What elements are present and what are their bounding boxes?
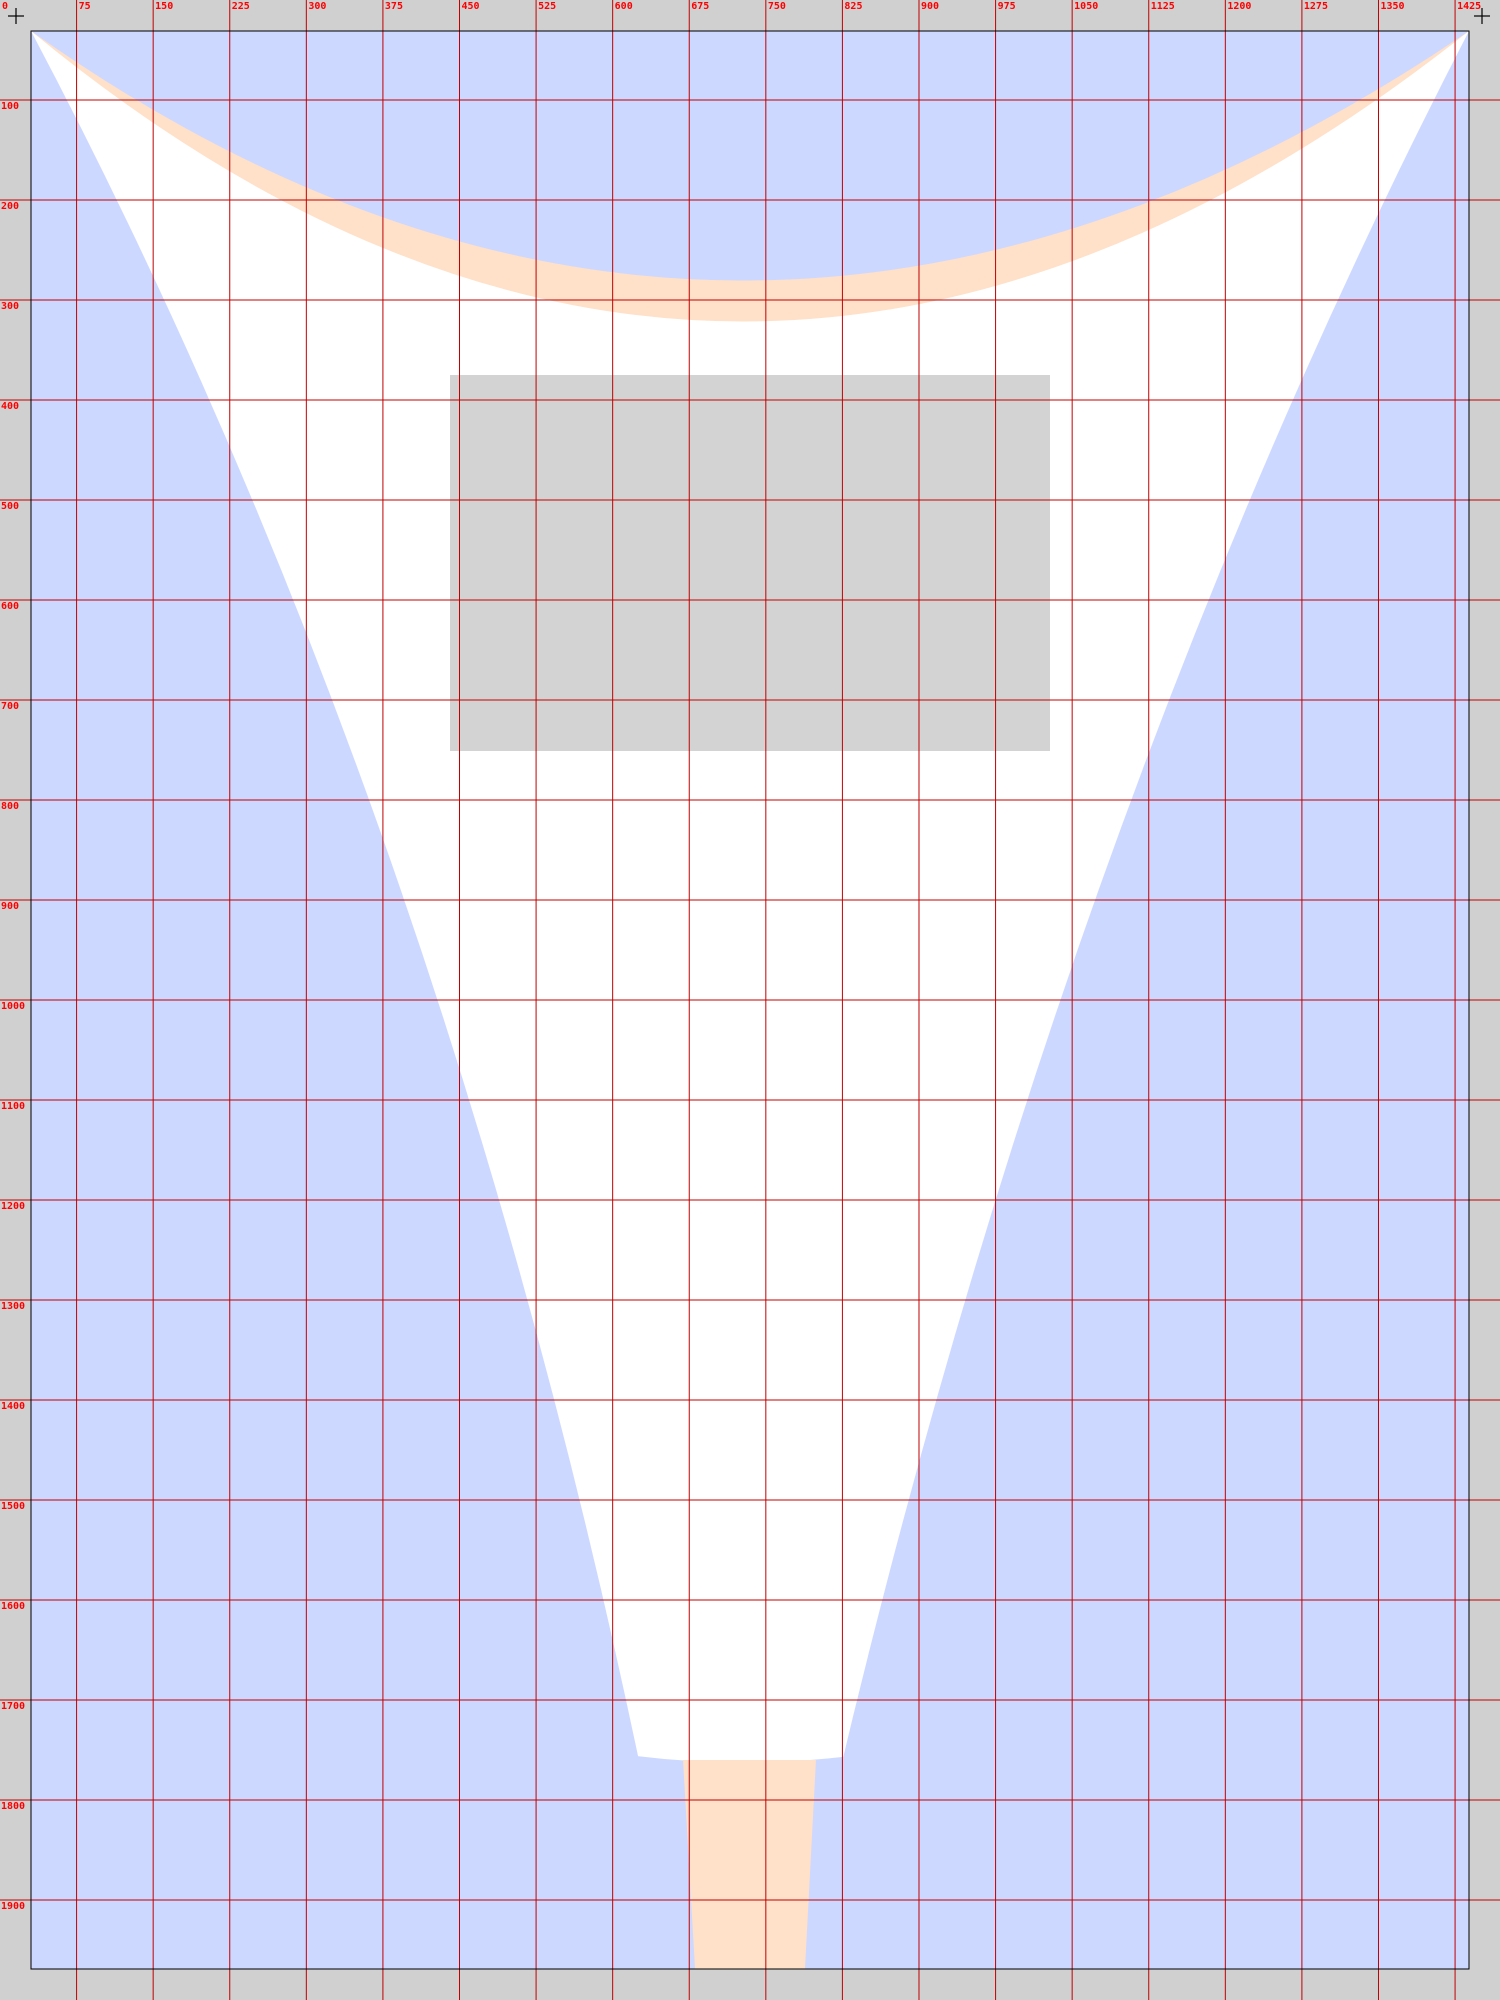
- y-tick-label-1900: 1900: [1, 1901, 25, 1912]
- center-gray-block: [450, 375, 1050, 751]
- x-tick-label-900: 900: [921, 1, 939, 12]
- x-tick-label-1350: 1350: [1380, 1, 1404, 12]
- y-tick-label-300: 300: [1, 301, 19, 312]
- x-tick-label-1425: 1425: [1457, 1, 1481, 12]
- x-tick-label-225: 225: [232, 1, 250, 12]
- x-tick-label-825: 825: [844, 1, 862, 12]
- x-axis-labels: 0 75 150 225 300 375 450 525 600 675 750 825 900 975 1…: [2, 1, 1481, 12]
- x-tick-label-1050: 1050: [1074, 1, 1098, 12]
- x-tick-label-675: 675: [691, 1, 709, 12]
- bottom-peach-stem: [683, 1760, 816, 1969]
- y-tick-label-600: 600: [1, 601, 19, 612]
- y-tick-label-500: 500: [1, 501, 19, 512]
- y-tick-label-1400: 1400: [1, 1401, 25, 1412]
- x-tick-label-975: 975: [998, 1, 1016, 12]
- x-tick-label-300: 300: [308, 1, 326, 12]
- y-tick-label-1800: 1800: [1, 1801, 25, 1812]
- x-tick-label-375: 375: [385, 1, 403, 12]
- y-tick-label-1000: 1000: [1, 1001, 25, 1012]
- y-tick-label-1600: 1600: [1, 1601, 25, 1612]
- y-tick-label-1100: 1100: [1, 1101, 25, 1112]
- x-tick-label-75: 75: [79, 1, 91, 12]
- x-tick-label-600: 600: [615, 1, 633, 12]
- y-tick-label-200: 200: [1, 201, 19, 212]
- y-tick-label-1500: 1500: [1, 1501, 25, 1512]
- x-tick-label-150: 150: [155, 1, 173, 12]
- y-tick-label-700: 700: [1, 701, 19, 712]
- x-tick-label-0: 0: [2, 1, 8, 12]
- crosshair-top-left-icon: [8, 8, 24, 24]
- y-tick-label-400: 400: [1, 401, 19, 412]
- y-tick-label-1200: 1200: [1, 1201, 25, 1212]
- layout-sheet: 0 75 150 225 300 375 450 525 600 675 750 825 900 975 1…: [0, 0, 1500, 2000]
- y-tick-label-1700: 1700: [1, 1701, 25, 1712]
- x-tick-label-450: 450: [461, 1, 479, 12]
- x-tick-label-1275: 1275: [1304, 1, 1328, 12]
- x-tick-label-1125: 1125: [1151, 1, 1175, 12]
- y-axis-labels: 100 200 300 400 500 600 700 800 900 1000 1100 1200 1…: [1, 101, 25, 1912]
- y-tick-label-800: 800: [1, 801, 19, 812]
- y-tick-label-1300: 1300: [1, 1301, 25, 1312]
- x-tick-label-750: 750: [768, 1, 786, 12]
- x-tick-label-525: 525: [538, 1, 556, 12]
- y-tick-label-900: 900: [1, 901, 19, 912]
- y-tick-label-100: 100: [1, 101, 19, 112]
- x-tick-label-1200: 1200: [1227, 1, 1251, 12]
